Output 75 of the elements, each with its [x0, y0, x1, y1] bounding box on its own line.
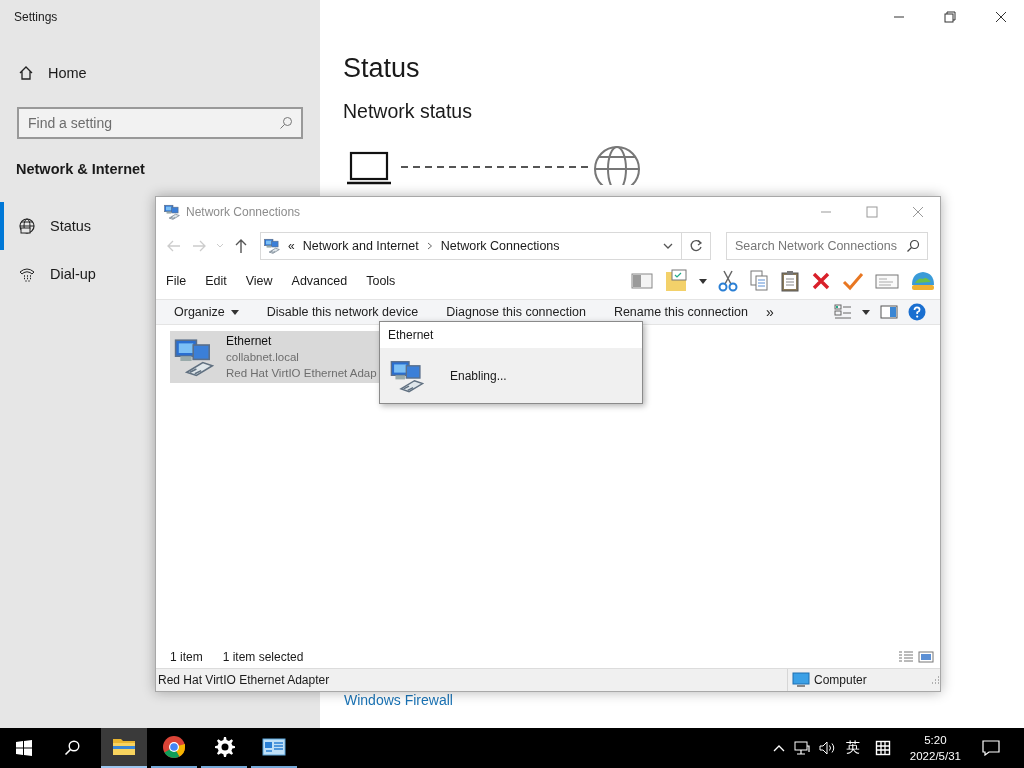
caret-icon[interactable]: [862, 309, 870, 315]
refresh-icon[interactable]: [689, 239, 703, 253]
item-name: Ethernet: [226, 333, 273, 349]
browser-icon: [162, 735, 186, 759]
connection-item[interactable]: Ethernet collabnet.local Red Hat VirtIO Ethernet Adap: [170, 331, 380, 383]
menu-item[interactable]: File: [166, 274, 187, 288]
nav-item[interactable]: Dial-up: [0, 250, 102, 298]
scissors-icon[interactable]: [718, 270, 738, 292]
network-adapter-icon: [390, 358, 424, 393]
item-domain: collabnet.local: [226, 350, 300, 365]
caret-icon[interactable]: [699, 278, 707, 284]
address-bar[interactable]: « Network and Internet Network Connections: [260, 232, 711, 260]
taskbar-app[interactable]: [101, 728, 147, 768]
search-icon[interactable]: [64, 740, 80, 756]
network-folder-icon: [264, 238, 280, 254]
monitor-icon: [792, 672, 810, 688]
breadcrumb-item[interactable]: Network Connections: [440, 239, 560, 253]
breadcrumb-item[interactable]: Network and Internet: [302, 239, 419, 253]
menu-item[interactable]: Advanced: [291, 274, 348, 288]
menu-item[interactable]: View: [245, 274, 273, 288]
status-text: Red Hat VirtIO Ethernet Adapter: [158, 673, 331, 687]
gear-icon: [212, 735, 236, 759]
network-adapter-icon: [174, 337, 214, 377]
view-options-icon[interactable]: [834, 304, 852, 320]
chevron-up-icon[interactable]: [772, 744, 785, 752]
status-message: Enabling...: [450, 368, 507, 383]
clock[interactable]: 5:20 2022/5/31: [909, 732, 961, 764]
search-field[interactable]: Find a setting: [17, 107, 303, 139]
start-icon[interactable]: [16, 740, 32, 756]
nav-item[interactable]: Status: [0, 202, 98, 250]
item-adapter: Red Hat VirtIO Ethernet Adap: [226, 366, 377, 381]
notification-icon[interactable]: [982, 740, 1000, 756]
input-language[interactable]: 英: [845, 739, 860, 757]
more-commands-button[interactable]: »: [766, 304, 774, 320]
home-icon: [18, 65, 34, 81]
speaker-icon[interactable]: [818, 740, 837, 756]
menu-item[interactable]: Edit: [205, 274, 227, 288]
large-icons-view-icon[interactable]: [918, 651, 934, 663]
pane-layout-icon[interactable]: [631, 272, 653, 290]
copy-icon[interactable]: [749, 270, 769, 292]
chevron-right-icon: [426, 242, 433, 250]
home-link[interactable]: Home: [0, 55, 320, 91]
section-heading: Network status: [343, 100, 473, 123]
selection-count: 1 item selected: [222, 650, 304, 664]
page-heading: Status: [343, 53, 421, 84]
menu-item[interactable]: Tools: [366, 274, 396, 288]
phone-icon: [18, 265, 36, 283]
dialog-title: Ethernet: [380, 322, 642, 348]
cross-icon[interactable]: [811, 271, 831, 291]
keyboard-grid-icon[interactable]: [874, 740, 891, 756]
close-icon[interactable]: [995, 11, 1007, 23]
search-icon: [279, 116, 293, 130]
checkmark-icon[interactable]: [842, 271, 864, 291]
help-icon[interactable]: [908, 303, 926, 321]
command-button[interactable]: Diagnose this connection: [446, 305, 586, 319]
command-button[interactable]: Rename this connection: [613, 305, 748, 319]
item-count: 1 item: [170, 650, 203, 664]
window-title: Network Connections: [186, 205, 301, 219]
section-heading: Network & Internet: [15, 160, 146, 179]
up-arrow-icon[interactable]: [233, 238, 249, 254]
command-button[interactable]: Organize: [174, 305, 239, 319]
command-button[interactable]: Disable this network device: [266, 305, 419, 319]
resize-grip-icon[interactable]: [930, 675, 940, 685]
window-icon: [262, 735, 286, 759]
network-folder-icon: [164, 204, 180, 220]
zone-label: Computer: [814, 673, 867, 687]
breadcrumb-overflow[interactable]: «: [288, 239, 295, 253]
firewall-link[interactable]: Windows Firewall: [344, 692, 1024, 708]
chevron-down-icon[interactable]: [663, 243, 673, 249]
restore-icon[interactable]: [944, 11, 956, 23]
network-icon[interactable]: [793, 740, 810, 756]
window-title: Settings: [13, 9, 59, 26]
clipboard-icon[interactable]: [780, 270, 800, 292]
preview-pane-icon[interactable]: [880, 304, 898, 320]
search-icon: [906, 239, 920, 253]
